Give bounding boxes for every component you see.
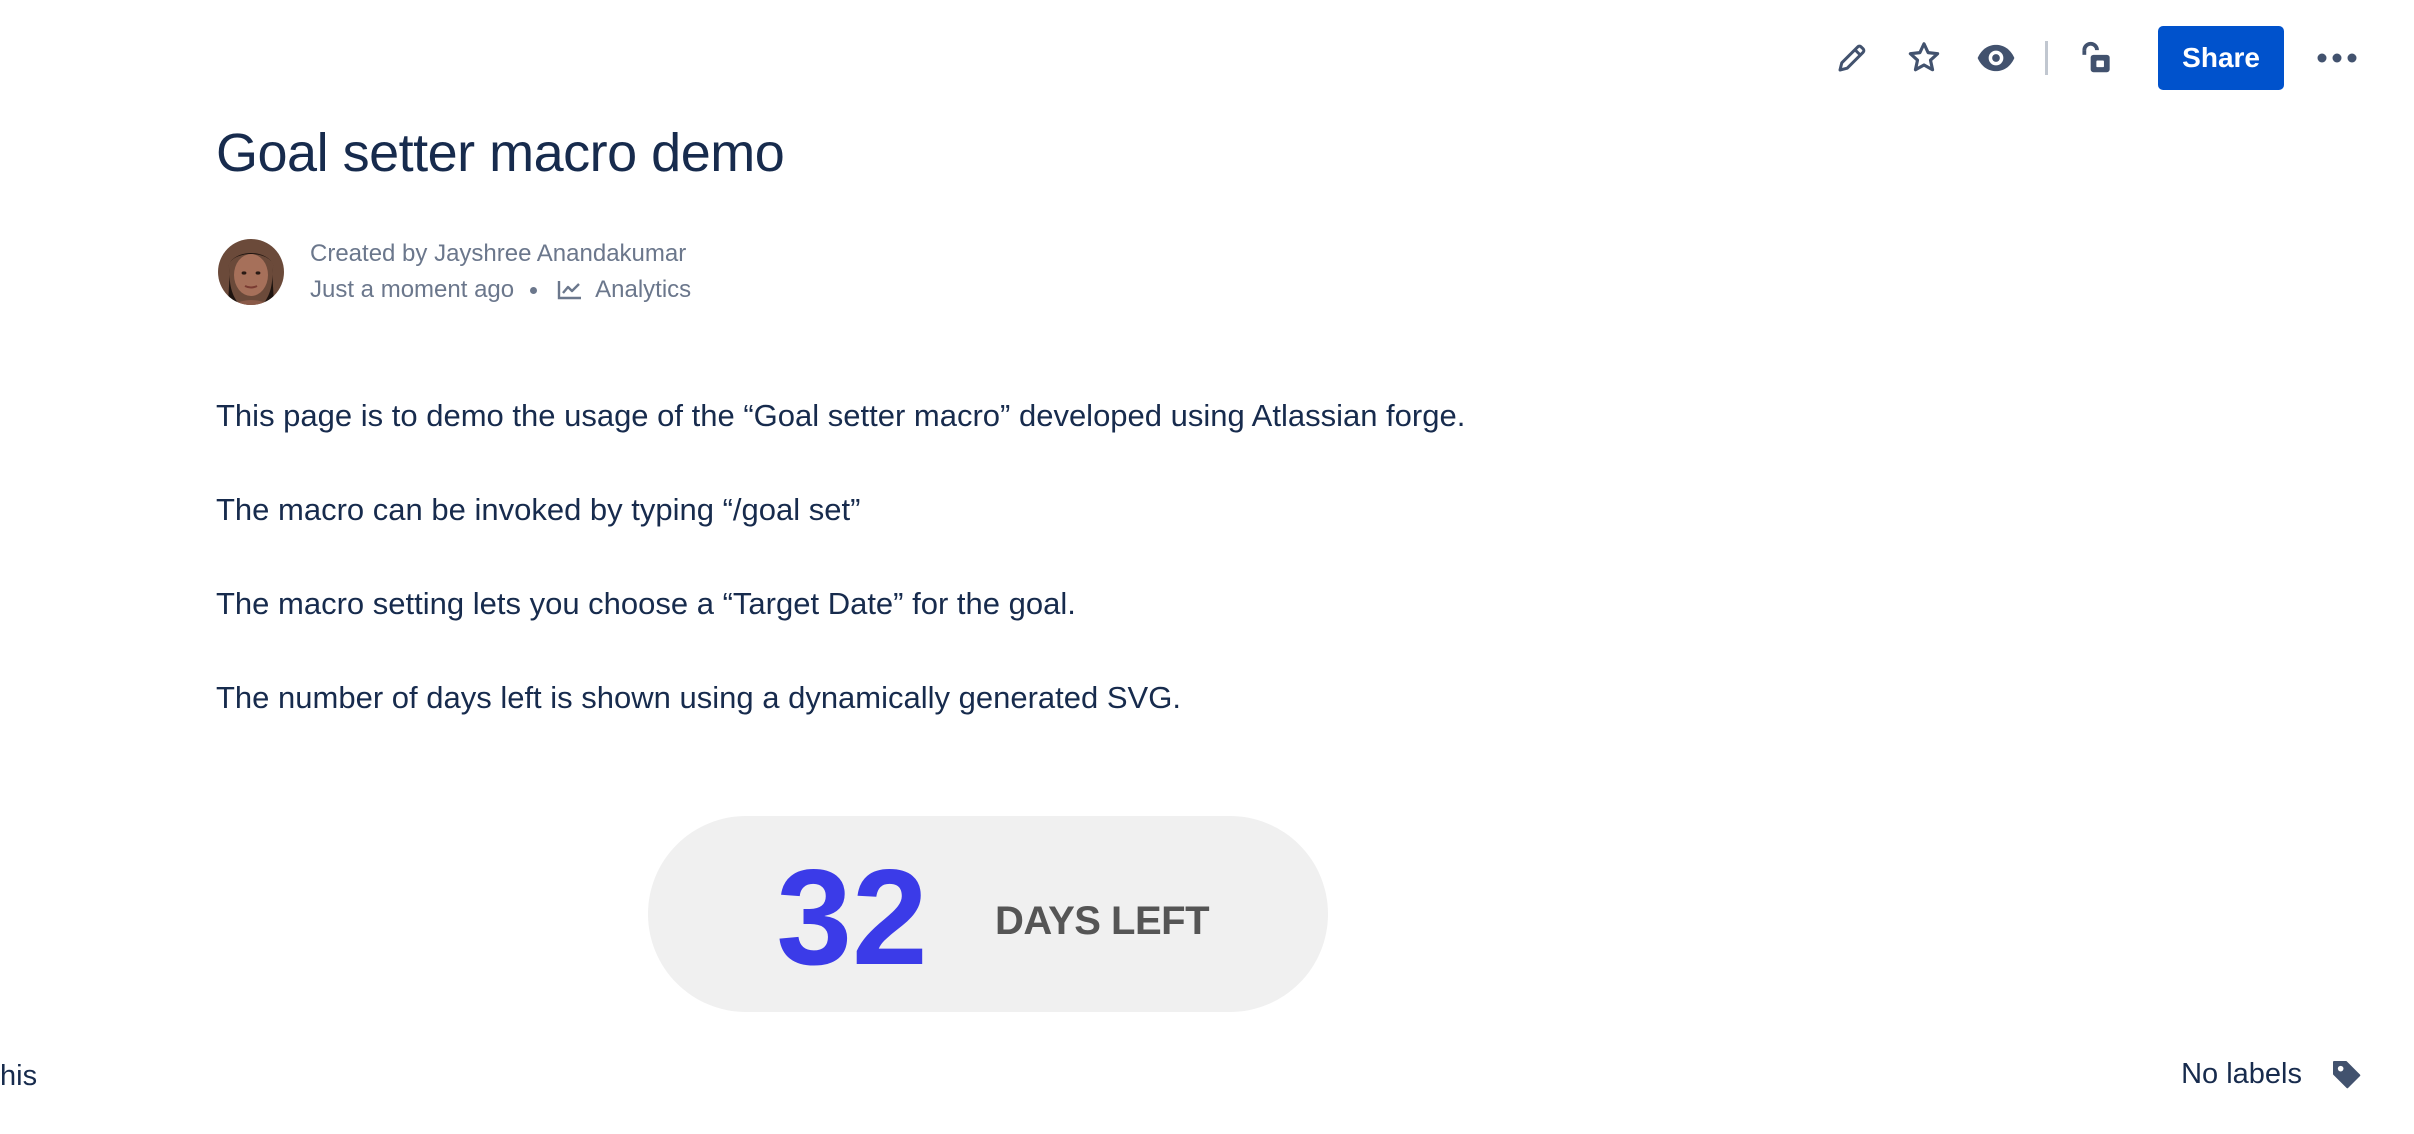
pencil-icon[interactable]	[1825, 31, 1879, 85]
separator-dot	[530, 286, 538, 294]
page-toolbar: Share	[1807, 26, 2364, 90]
analytics-label: Analytics	[595, 276, 692, 303]
no-labels-text: No labels	[2181, 1057, 2302, 1090]
page-content: This page is to demo the usage of the “G…	[216, 398, 1916, 774]
avatar[interactable]	[218, 239, 284, 305]
tag-icon[interactable]	[2328, 1056, 2364, 1092]
paragraph: The number of days left is shown using a…	[216, 680, 1181, 715]
star-icon[interactable]	[1897, 31, 1951, 85]
toolbar-divider	[2045, 41, 2049, 75]
timestamp[interactable]: Just a moment ago	[310, 272, 514, 308]
byline-text: Created by Jayshree Anandakumar Just a m…	[310, 236, 691, 308]
goal-setter-macro: 32 DAYS LEFT	[648, 816, 1328, 1012]
line-chart-icon	[557, 281, 582, 300]
footer-left-text[interactable]: his	[0, 1060, 37, 1093]
page-labels: No labels	[2181, 1056, 2364, 1092]
byline-meta: Just a moment ago Analytics	[310, 272, 691, 308]
page-title: Goal setter macro demo	[216, 123, 785, 183]
days-left-label: DAYS LEFT	[995, 899, 1209, 943]
analytics-link[interactable]: Analytics	[557, 272, 691, 308]
share-button[interactable]: Share	[2158, 26, 2284, 90]
paragraph: The macro setting lets you choose a “Tar…	[216, 586, 1076, 621]
days-left-count: 32	[776, 841, 927, 993]
confluence-page: Share Goal setter macro demo Created by …	[0, 0, 2414, 1134]
unlock-icon[interactable]	[2070, 31, 2124, 85]
paragraph: The macro can be invoked by typing “/goa…	[216, 492, 861, 527]
page-byline: Created by Jayshree Anandakumar Just a m…	[218, 236, 691, 308]
more-horizontal-icon[interactable]	[2310, 31, 2364, 85]
eye-icon[interactable]	[1969, 31, 2023, 85]
goal-widget-background	[648, 816, 1328, 1012]
created-by[interactable]: Created by Jayshree Anandakumar	[310, 236, 691, 272]
paragraph: This page is to demo the usage of the “G…	[216, 398, 1466, 433]
